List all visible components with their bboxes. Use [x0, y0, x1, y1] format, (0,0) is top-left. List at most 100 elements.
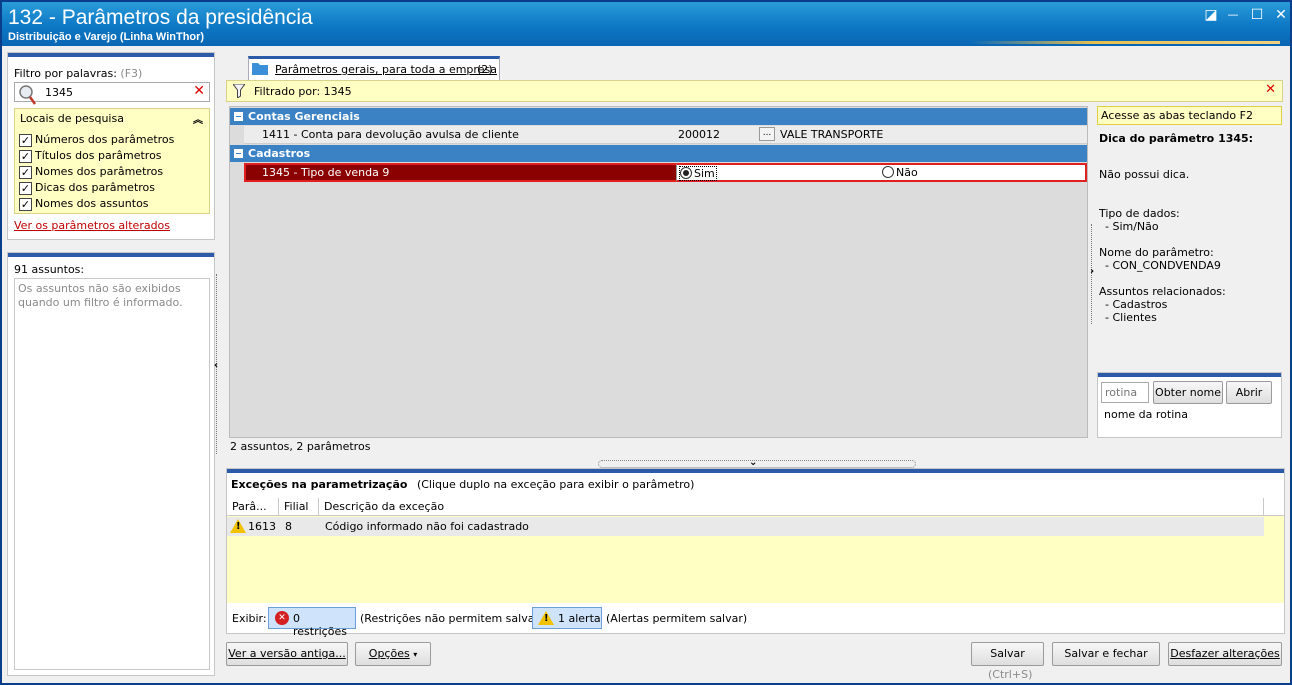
checkbox-hints[interactable]: ✓	[19, 182, 32, 195]
horizontal-splitter[interactable]: ⌄	[598, 457, 916, 468]
title-bar: 132 - Parâmetros da presidência Distribu…	[2, 2, 1290, 46]
param-label: 1411 - Conta para devolução avulsa de cl…	[262, 128, 519, 141]
col-branch[interactable]: Filial	[279, 498, 319, 516]
option-nao-label: Não	[896, 166, 918, 179]
options-label: Opções	[368, 647, 410, 660]
subjects-list[interactable]: Os assuntos não são exibidos quando um f…	[14, 278, 210, 670]
location-titles[interactable]: ✓ Títulos dos parâmetros	[15, 148, 209, 164]
folder-icon	[252, 63, 268, 75]
alerts-button[interactable]: 1 alerta	[532, 607, 602, 629]
exceptions-header: Exceções na parametrização (Clique duplo…	[231, 478, 694, 491]
radio-nao-icon[interactable]	[882, 166, 894, 178]
clear-filter-bar-icon[interactable]: ✕	[1265, 82, 1276, 97]
col-description[interactable]: Descrição da exceção	[319, 498, 1264, 516]
table-row[interactable]: 1613 8 Código informado não foi cadastra…	[227, 517, 1264, 536]
restrictions-note: (Restrições não permitem salvar)	[360, 612, 544, 625]
collapse-group-icon[interactable]	[234, 112, 243, 121]
group-header-cadastros[interactable]: Cadastros	[230, 145, 1087, 162]
related-subjects-label: Assuntos relacionados:	[1099, 285, 1226, 298]
collapse-left-icon[interactable]: ‹	[214, 360, 218, 371]
yes-no-editor[interactable]: Sim Não	[676, 163, 1087, 182]
filter-icon	[233, 84, 245, 98]
checkbox-titles[interactable]: ✓	[19, 150, 32, 163]
clear-filter-icon[interactable]: ✕	[193, 83, 205, 99]
param-label: 1345 - Tipo de venda 9	[262, 166, 390, 179]
location-label: Nomes dos parâmetros	[35, 165, 164, 178]
subjects-count: 91 assuntos:	[14, 263, 85, 276]
collapse-chevron-icon[interactable]: ︽	[193, 111, 203, 126]
routine-input[interactable]	[1101, 382, 1149, 403]
collapse-group-icon[interactable]	[234, 149, 243, 158]
maximize-button[interactable]: ☐	[1248, 7, 1266, 23]
tab-general-params[interactable]: Parâmetros gerais, para toda a empresa (…	[248, 56, 500, 80]
changed-params-link[interactable]: Ver os parâmetros alterados	[14, 219, 170, 232]
parameter-grid: Contas Gerenciais 1411 - Conta para devo…	[229, 106, 1088, 438]
hint-splitter[interactable]: ›	[1089, 224, 1097, 324]
save-button[interactable]: Salvar	[971, 642, 1044, 666]
option-nao[interactable]: Não	[882, 166, 918, 179]
filtered-by-bar: Filtrado por: 1345 ✕	[226, 80, 1283, 102]
routine-panel: Obter nome Abrir nome da rotina	[1097, 372, 1282, 438]
undo-label: Desfazer alterações	[1170, 647, 1280, 660]
checkbox-numbers[interactable]: ✓	[19, 134, 32, 147]
window-subtitle: Distribuição e Varejo (Linha WinThor)	[8, 31, 205, 43]
location-hints[interactable]: ✓ Dicas dos parâmetros	[15, 180, 209, 196]
hint-title: Dica do parâmetro 1345:	[1099, 132, 1254, 145]
routine-name-label: nome da rotina	[1104, 408, 1188, 421]
filter-panel: Filtro por palavras: (F3) 1345 ✕ Locais …	[7, 52, 215, 240]
alerts-label: 1 alerta	[558, 612, 601, 625]
checkbox-names[interactable]: ✓	[19, 166, 32, 179]
param-name-value: - CON_CONDVENDA9	[1105, 259, 1221, 272]
restrictions-button[interactable]: ✕ 0 restrições	[268, 607, 356, 638]
exceptions-title: Exceções na parametrização	[231, 478, 408, 491]
save-shortcut: (Ctrl+S)	[988, 668, 1033, 681]
filter-shortcut: (F3)	[120, 67, 143, 80]
radio-sim-icon[interactable]	[680, 167, 692, 179]
window-title: 132 - Parâmetros da presidência	[8, 6, 313, 29]
location-numbers[interactable]: ✓ Números dos parâmetros	[15, 132, 209, 148]
restore-icon[interactable]: ◪	[1202, 7, 1220, 23]
param-value[interactable]: 200012	[678, 128, 720, 141]
undo-changes-button[interactable]: Desfazer alterações	[1168, 642, 1282, 666]
get-name-button[interactable]: Obter nome	[1153, 381, 1223, 404]
search-input[interactable]: 1345 ✕	[14, 82, 210, 105]
related-subject: - Cadastros	[1105, 298, 1168, 311]
col-param[interactable]: Parâ...	[227, 498, 279, 516]
data-type-label: Tipo de dados:	[1099, 207, 1180, 220]
open-routine-button[interactable]: Abrir	[1226, 381, 1272, 404]
old-version-label: Ver a versão antiga...	[228, 647, 346, 660]
expand-right-icon[interactable]: ›	[1090, 266, 1094, 277]
option-sim[interactable]: Sim	[679, 166, 717, 181]
options-button[interactable]: Opções ▾	[355, 642, 431, 666]
param-value-desc: VALE TRANSPORTE	[780, 128, 884, 141]
group-header-contas[interactable]: Contas Gerenciais	[230, 108, 1087, 125]
title-stripe	[970, 41, 1280, 44]
group-title: Contas Gerenciais	[248, 110, 360, 123]
vertical-splitter[interactable]: ‹	[214, 274, 222, 454]
selected-param-cell[interactable]: 1345 - Tipo de venda 9	[244, 163, 676, 182]
parameter-row-1345[interactable]: 1345 - Tipo de venda 9 Sim Não	[244, 163, 1087, 182]
subjects-panel: 91 assuntos: Os assuntos não são exibido…	[7, 252, 215, 676]
tab-count: (2)	[477, 63, 493, 76]
location-label: Nomes dos assuntos	[35, 197, 149, 210]
minimize-button[interactable]: —	[1224, 7, 1242, 23]
related-subject: - Clientes	[1105, 311, 1157, 324]
search-icon	[19, 85, 37, 105]
collapse-down-icon[interactable]: ⌄	[749, 457, 757, 468]
search-value: 1345	[45, 86, 73, 99]
old-version-button[interactable]: Ver a versão antiga...	[226, 642, 348, 666]
lookup-button[interactable]: ...	[759, 127, 775, 141]
save-close-button[interactable]: Salvar e fechar	[1052, 642, 1160, 666]
access-hint: Acesse as abas teclando F2	[1097, 106, 1282, 125]
checkbox-subjects[interactable]: ✓	[19, 198, 32, 211]
close-button[interactable]: ✕	[1272, 7, 1290, 23]
exceptions-panel-bar	[227, 469, 1284, 473]
exception-param: 1613	[248, 520, 276, 533]
alert-warning-icon	[538, 611, 554, 625]
location-subjects[interactable]: ✓ Nomes dos assuntos	[15, 196, 209, 212]
filter-label-row: Filtro por palavras: (F3)	[14, 67, 142, 80]
location-names[interactable]: ✓ Nomes dos parâmetros	[15, 164, 209, 180]
parameter-row-1411[interactable]: 1411 - Conta para devolução avulsa de cl…	[244, 126, 1087, 144]
filter-panel-bar	[8, 53, 214, 57]
tab-label: Parâmetros gerais, para toda a empresa	[275, 63, 497, 76]
